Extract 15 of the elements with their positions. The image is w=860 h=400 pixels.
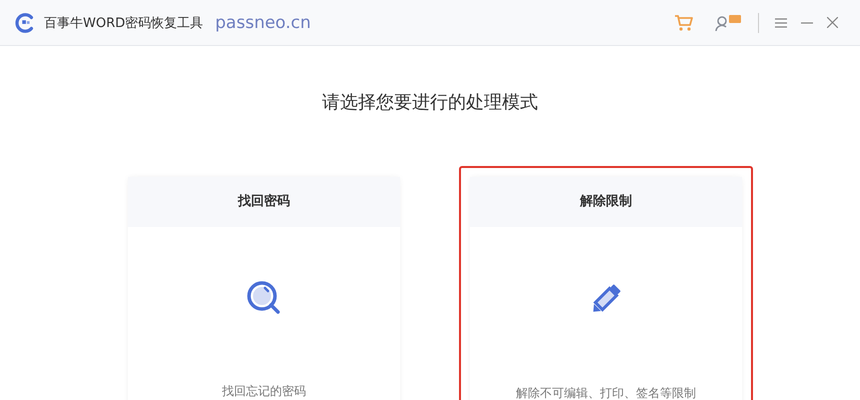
card-description: 解除不可编辑、打印、签名等限制 (516, 385, 696, 400)
user-vip-icon[interactable] (714, 12, 742, 32)
menu-icon[interactable] (775, 18, 787, 28)
logo-icon (14, 12, 36, 34)
minimize-icon[interactable] (801, 22, 813, 24)
card-description: 找回忘记的密码 (222, 383, 306, 400)
window-title: 百事牛WORD密码恢复工具 (44, 14, 204, 32)
card-title: 解除限制 (470, 177, 742, 227)
site-url: passneo.cn (215, 12, 311, 32)
cart-icon[interactable] (674, 14, 694, 32)
card-title: 找回密码 (128, 177, 400, 227)
mode-card[interactable]: 解除限制 解除不可编辑、打印、签名等限制 (459, 166, 753, 400)
page-heading: 请选择您要进行的处理模式 (321, 91, 539, 114)
magnifier-icon (245, 279, 283, 317)
close-icon[interactable] (827, 17, 838, 28)
